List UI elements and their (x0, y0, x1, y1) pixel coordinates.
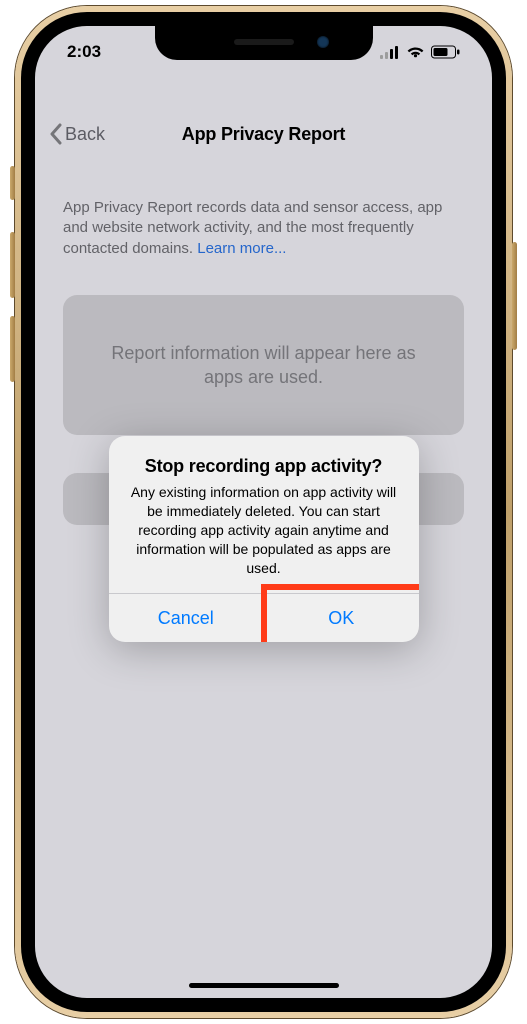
confirmation-alert: Stop recording app activity? Any existin… (109, 436, 419, 642)
notch (155, 26, 373, 60)
nav-bar: Back App Privacy Report (35, 112, 492, 156)
chevron-left-icon (49, 123, 63, 145)
cellular-icon (380, 45, 400, 59)
speaker-grille (234, 39, 294, 45)
side-button (512, 242, 517, 350)
wifi-icon (406, 45, 425, 59)
battery-icon (431, 45, 460, 59)
alert-ok-button[interactable]: OK (263, 594, 419, 642)
home-indicator[interactable] (189, 983, 339, 988)
volume-down-button (10, 316, 15, 382)
phone-frame: 2:03 (15, 6, 512, 1018)
mute-switch (10, 166, 15, 200)
report-placeholder-card: Report information will appear here as a… (63, 295, 464, 436)
learn-more-link[interactable]: Learn more... (197, 240, 286, 257)
privacy-description: App Privacy Report records data and sens… (63, 198, 464, 259)
alert-title: Stop recording app activity? (129, 456, 399, 477)
status-time: 2:03 (67, 42, 101, 62)
screen: 2:03 (35, 26, 492, 998)
back-label: Back (65, 124, 105, 145)
front-camera (317, 36, 329, 48)
volume-up-button (10, 232, 15, 298)
alert-cancel-button[interactable]: Cancel (109, 594, 264, 642)
back-button[interactable]: Back (49, 123, 105, 145)
alert-message: Any existing information on app activity… (129, 483, 399, 577)
